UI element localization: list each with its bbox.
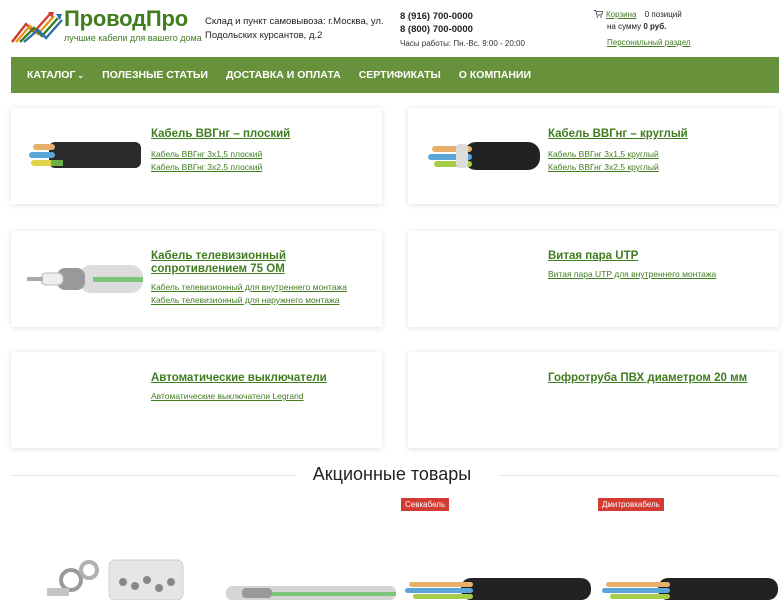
category-link[interactable]: Автоматические выключатели Legrand: [151, 390, 304, 403]
logo-arrows-icon: [11, 12, 63, 43]
category-card-circuit-breakers[interactable]: Автоматические выключатели Автоматически…: [11, 352, 382, 448]
working-hours: Часы работы: Пн.-Вс. 9:00 - 20:00: [400, 39, 525, 48]
category-card-vvg-round[interactable]: Кабель ВВГнг – круглый Кабель ВВГнг 3х1,…: [408, 108, 779, 204]
warehouse-address: Склад и пункт самовывоза: г.Москва, ул. …: [205, 15, 390, 43]
coaxial-cable-image: [27, 265, 143, 293]
cart-sum: 0 руб.: [643, 22, 667, 31]
category-title-line: Кабель телевизионный: [151, 250, 286, 262]
category-title[interactable]: Гофротруба ПВХ диаметром 20 мм: [548, 372, 747, 385]
cart-widget: Корзина 0 позиций на сумму 0 руб. Персон…: [594, 9, 691, 49]
brand-badge: Севкабель: [401, 498, 450, 511]
category-link[interactable]: Кабель ВВГнг 3х2,5 плоский: [151, 161, 262, 174]
category-links: Витая пара UTP для внутреннего монтажа: [548, 268, 716, 281]
category-title[interactable]: Автоматические выключатели: [151, 372, 327, 385]
nav-item-catalog[interactable]: Каталог ⌄: [27, 69, 84, 81]
cart-link[interactable]: Корзина: [606, 10, 636, 19]
nav-item-articles[interactable]: Полезные статьи: [102, 69, 208, 81]
contact-phones: 8 (916) 700-0000 8 (800) 700-0000 Часы р…: [400, 10, 525, 50]
category-card-corrugated-pipe[interactable]: Гофротруба ПВХ диаметром 20 мм: [408, 352, 779, 448]
product-card[interactable]: [11, 494, 201, 600]
site-logo[interactable]: ПроводПро лучшие кабели для вашего дома: [10, 6, 202, 48]
category-link[interactable]: Кабель телевизионный для наружнего монта…: [151, 294, 347, 307]
brand-badge: Дмитровкабель: [598, 498, 664, 511]
category-links: Автоматические выключатели Legrand: [151, 390, 304, 403]
logo-subtitle: лучшие кабели для вашего дома: [64, 33, 202, 43]
clamps-product-image: [47, 559, 184, 600]
category-link[interactable]: Витая пара UTP для внутреннего монтажа: [548, 268, 716, 281]
category-title[interactable]: Витая пара UTP: [548, 250, 638, 263]
cart-sum-row: на сумму 0 руб.: [594, 21, 691, 33]
flat-cable-image: [29, 142, 141, 168]
product-card[interactable]: [210, 494, 400, 600]
nav-item-delivery[interactable]: Доставка и оплата: [226, 69, 341, 81]
cart-icon[interactable]: [594, 10, 603, 18]
category-links: Кабель телевизионный для внутреннего мон…: [151, 281, 347, 307]
phone-primary[interactable]: 8 (916) 700-0000: [400, 10, 525, 23]
site-header: ПроводПро лучшие кабели для вашего дома …: [0, 0, 784, 56]
promo-products: Севкабель Дмитровкабель: [0, 494, 784, 600]
cart-sum-label: на сумму: [607, 22, 642, 31]
category-title-line: сопротивлением 75 ОМ: [151, 263, 285, 275]
round-cable-image: [428, 142, 540, 170]
category-card-utp[interactable]: Витая пара UTP Витая пара UTP для внутре…: [408, 231, 779, 327]
phone-secondary[interactable]: 8 (800) 700-0000: [400, 23, 525, 36]
tv-cable-product-image: [226, 586, 396, 600]
chevron-down-icon: ⌄: [77, 71, 85, 80]
nav-item-about[interactable]: О компании: [459, 69, 531, 81]
category-title[interactable]: Кабель ВВГнг – круглый: [548, 128, 688, 141]
category-links: Кабель ВВГнг 3х1,5 круглый Кабель ВВГнг …: [548, 148, 659, 174]
category-card-vvg-flat[interactable]: Кабель ВВГнг – плоский Кабель ВВГнг 3х1,…: [11, 108, 382, 204]
personal-account-link[interactable]: Персональный раздел: [594, 37, 691, 49]
category-link[interactable]: Кабель ВВГнг 3х2,5 круглый: [548, 161, 659, 174]
product-card[interactable]: Севкабель: [401, 494, 591, 600]
category-card-tv-cable[interactable]: Кабель телевизионный сопротивлением 75 О…: [11, 231, 382, 327]
nav-item-label: Каталог: [27, 69, 76, 81]
address-line: Склад и пункт самовывоза: г.Москва, ул.: [205, 16, 384, 27]
nav-item-certificates[interactable]: Сертификаты: [359, 69, 441, 81]
logo-title: ПроводПро: [64, 6, 188, 31]
round-cable-product-image: [405, 578, 591, 600]
category-links: Кабель ВВГнг 3х1,5 плоский Кабель ВВГнг …: [151, 148, 262, 174]
main-nav: Каталог ⌄ Полезные статьи Доставка и опла…: [11, 57, 779, 93]
category-title[interactable]: Кабель ВВГнг – плоский: [151, 128, 290, 141]
category-title[interactable]: Кабель телевизионный сопротивлением 75 О…: [151, 250, 286, 276]
address-line: Подольских курсантов, д.2: [205, 30, 323, 41]
round-cable-product-image: [602, 578, 778, 600]
category-link[interactable]: Кабель ВВГнг 3х1,5 круглый: [548, 148, 659, 161]
category-link[interactable]: Кабель телевизионный для внутреннего мон…: [151, 281, 347, 294]
category-link[interactable]: Кабель ВВГнг 3х1,5 плоский: [151, 148, 262, 161]
promo-section-title: Акционные товары: [312, 464, 472, 484]
cart-count: 0 позиций: [644, 10, 682, 19]
product-card[interactable]: Дмитровкабель: [598, 494, 784, 600]
